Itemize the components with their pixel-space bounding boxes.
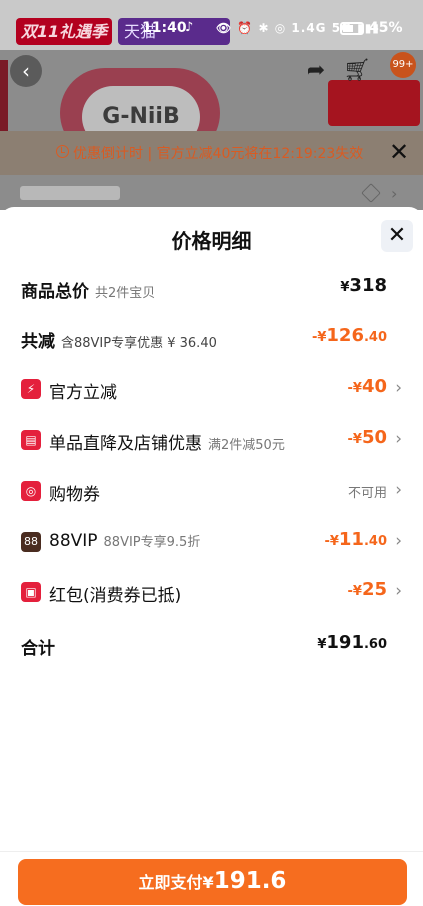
row-label: 共减 含88VIP专享优惠 ¥ 36.40	[21, 332, 217, 352]
row-label: 官方立减	[49, 383, 117, 403]
row-sub: 满2件减50元	[208, 438, 285, 453]
row-grand-total: 合计 ¥191.60	[0, 630, 423, 660]
chevron-right-icon: ›	[395, 480, 402, 500]
vip-icon: 88	[21, 532, 41, 552]
footer-divider	[0, 851, 423, 852]
status-time: 11:40	[142, 20, 187, 36]
row-label: 商品总价 共2件宝贝	[21, 282, 156, 302]
close-button[interactable]: ✕	[381, 220, 413, 252]
coupon-icon: ◎	[21, 481, 41, 501]
row-sub: 88VIP专享9.5折	[103, 535, 201, 550]
row-value: 不可用	[347, 486, 387, 501]
address-text-blurred	[20, 186, 120, 200]
countdown-text: 优惠倒计时 | 官方立减40元将在12:19:23失效	[73, 146, 364, 162]
row-sub: 共2件宝贝	[95, 286, 156, 301]
battery-icon	[340, 22, 364, 35]
discount-countdown-bar: 优惠倒计时 | 官方立减40元将在12:19:23失效 ✕	[0, 131, 423, 175]
sheet-title: 价格明细	[171, 229, 252, 253]
row-total-goods-price: 商品总价 共2件宝贝 ¥318	[0, 273, 423, 303]
row-red-packet[interactable]: ▣ 红包(消费券已抵) -¥25 ›	[0, 577, 423, 607]
row-label: 单品直降及店铺优惠 满2件减50元	[49, 434, 285, 454]
row-sub: 含88VIP专享优惠 ¥ 36.40	[61, 336, 217, 351]
row-shop-discount[interactable]: ▤ 单品直降及店铺优惠 满2件减50元 -¥50 ›	[0, 425, 423, 455]
row-official-discount[interactable]: ⚡︎ 官方立减 -¥40 ›	[0, 374, 423, 404]
chevron-right-icon: ›	[395, 378, 402, 398]
row-value: -¥11.40	[324, 529, 387, 550]
status-bar: 11:40 ♪ 👁︎ ⏰ ✱ ◎ 1.4G 5G ▮▮▮ 45%	[0, 20, 423, 40]
battery-percent: 45%	[369, 20, 403, 36]
lightning-icon: ⚡︎	[21, 379, 41, 399]
clock-icon	[56, 145, 69, 158]
cart-badge: 99+	[390, 52, 416, 78]
pay-label: 立即支付	[138, 873, 203, 892]
row-label: 合计	[21, 639, 55, 659]
pay-yen: ¥	[202, 873, 214, 892]
chevron-right-icon: ›	[395, 531, 402, 551]
row-label: 88VIP 88VIP专享9.5折	[49, 531, 201, 551]
row-88vip[interactable]: 88 88VIP 88VIP专享9.5折 -¥11.40 ›	[0, 527, 423, 557]
red-packet-icon: ▣	[21, 582, 41, 602]
row-label: 红包(消费券已抵)	[49, 586, 182, 606]
row-value: -¥25	[347, 579, 387, 600]
pay-amount: 191.6	[213, 868, 287, 894]
tiktok-icon: ♪	[185, 20, 194, 35]
shop-icon: ▤	[21, 430, 41, 450]
chevron-right-icon: ›	[395, 581, 402, 601]
cart-icon[interactable]: 🛒︎	[340, 55, 374, 87]
row-value: -¥126.40	[311, 325, 387, 346]
row-label: 购物券	[49, 485, 100, 505]
chevron-right-icon: ›	[395, 429, 402, 449]
pay-now-button[interactable]: 立即支付¥191.6	[18, 859, 407, 905]
chevron-right-icon[interactable]: ›	[391, 184, 397, 203]
share-icon[interactable]: ➦	[298, 55, 334, 87]
row-value: ¥318	[340, 275, 387, 296]
back-arrow-icon[interactable]: ‹	[10, 55, 42, 87]
row-total-discount: 共减 含88VIP专享优惠 ¥ 36.40 -¥126.40	[0, 323, 423, 353]
row-value: -¥40	[347, 376, 387, 397]
row-value: -¥50	[347, 427, 387, 448]
row-value: ¥191.60	[317, 632, 387, 653]
close-icon: ✕	[387, 223, 407, 248]
close-countdown-icon[interactable]: ✕	[389, 139, 409, 165]
price-detail-sheet: 价格明细 ✕ 商品总价 共2件宝贝 ¥318 共减 含88VIP专享优惠 ¥ 36.…	[0, 207, 423, 906]
row-shopping-coupon[interactable]: ◎ 购物券 不可用 ›	[0, 476, 423, 506]
